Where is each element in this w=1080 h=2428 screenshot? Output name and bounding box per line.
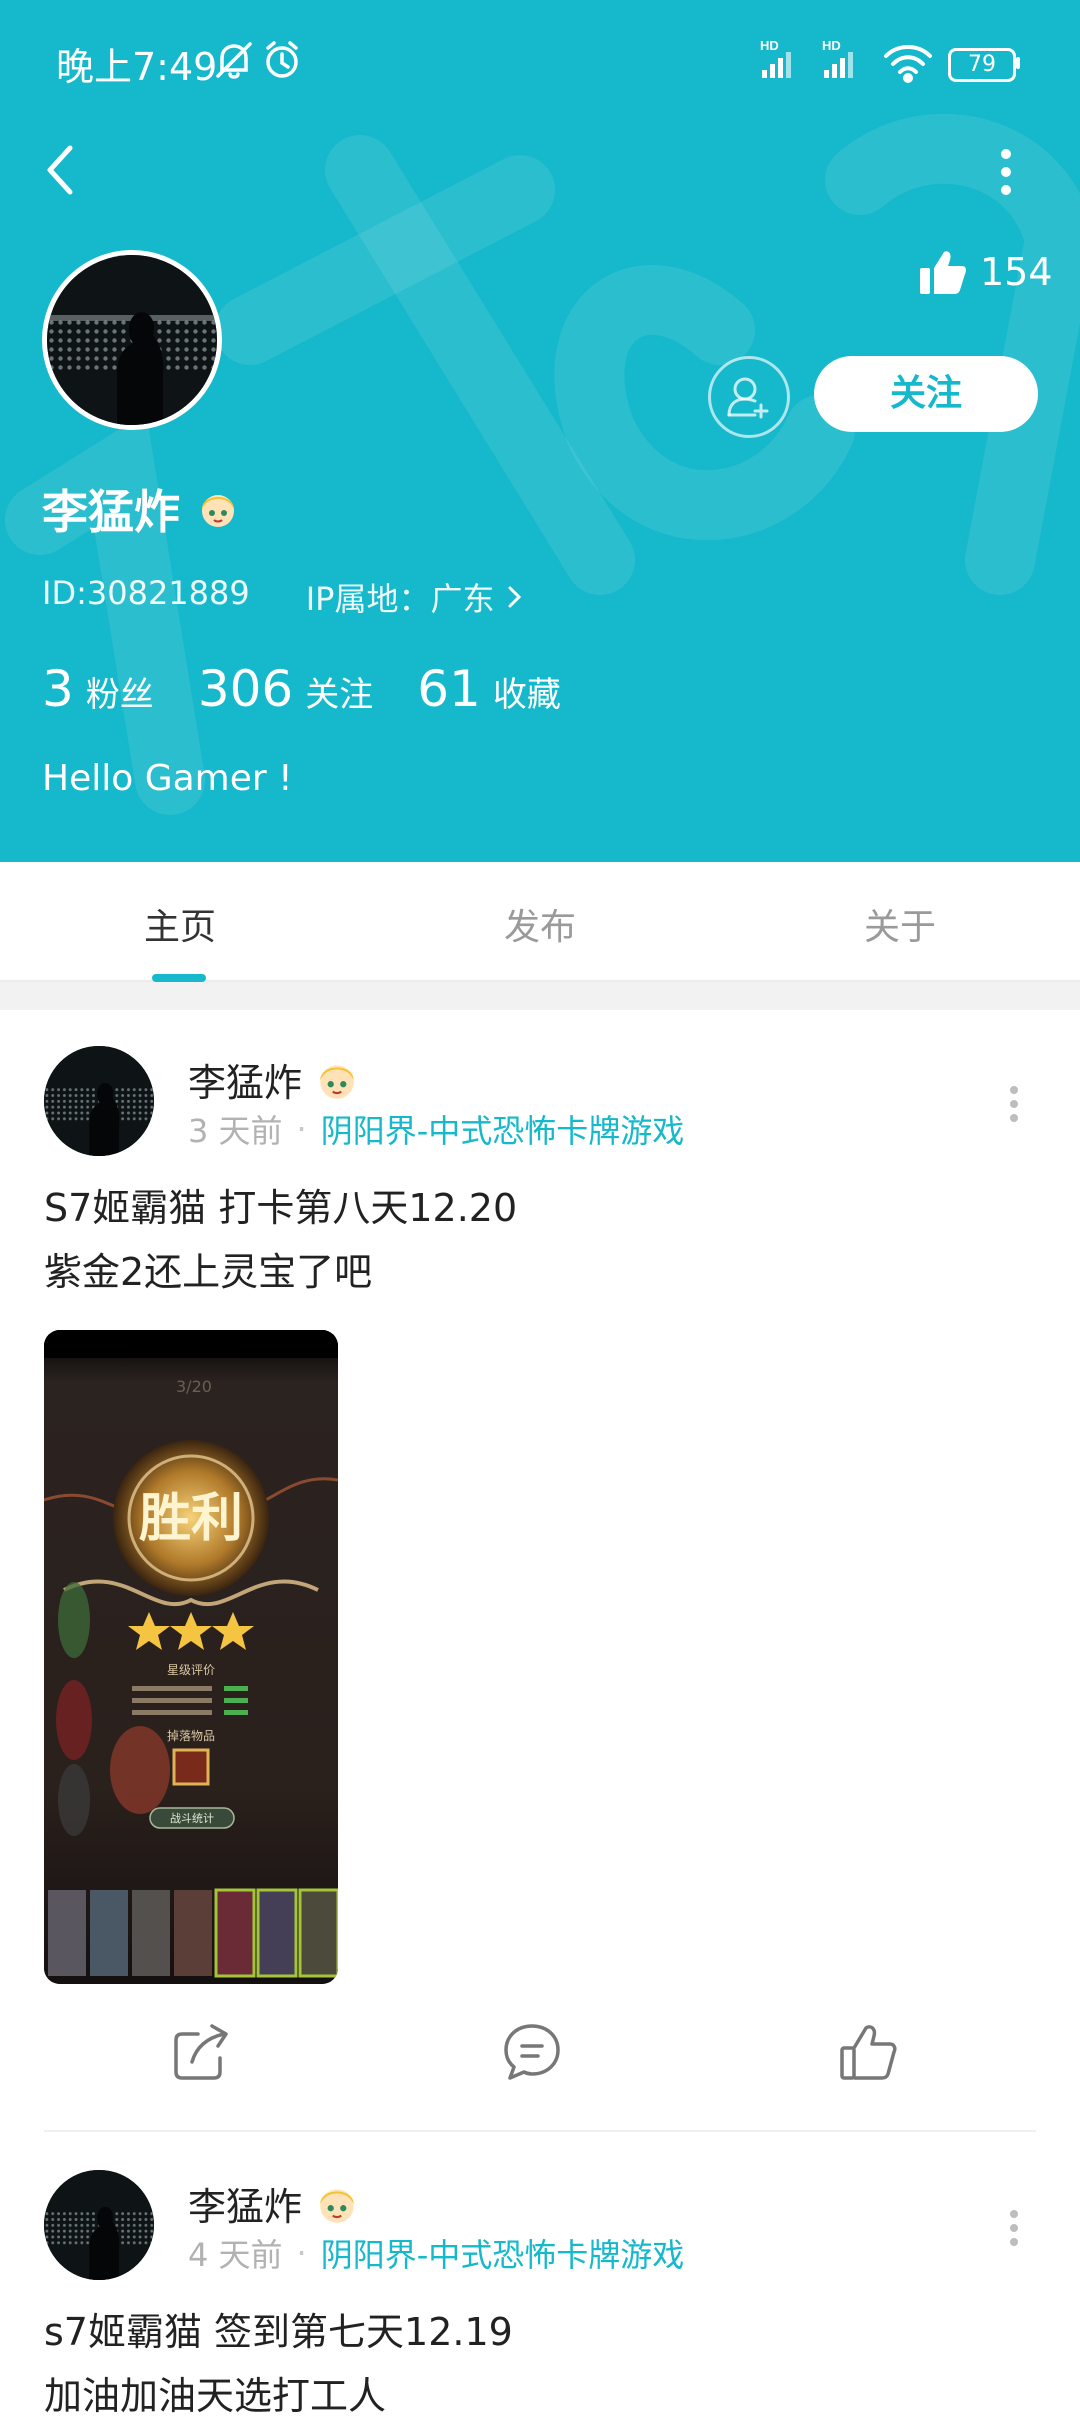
stat-favorites[interactable]: 61 收藏 (417, 660, 561, 718)
comment-icon[interactable] (500, 2020, 564, 2084)
profile-meta: ID:30821889 IP属地：广东 (42, 574, 525, 620)
battery-indicator: 79 (948, 48, 1016, 82)
post-content: S7姬霸猫 打卡第八天12.20 紫金2还上灵宝了吧 (44, 1176, 517, 1304)
tab-home[interactable]: 主页 (100, 898, 260, 950)
post-author-name-text: 李猛炸 (188, 1061, 303, 1105)
post-meta-separator: · (296, 2234, 307, 2272)
tab-posts[interactable]: 发布 (460, 898, 620, 950)
image-stats-button-text: 战斗统计 (170, 1812, 214, 1825)
signal-wifi-icons: HD HD (760, 38, 932, 83)
profile-avatar[interactable] (42, 250, 222, 430)
image-page-text: 3/20 (176, 1377, 212, 1396)
post-more-icon[interactable] (1006, 2208, 1022, 2248)
profile-header: 晚上7:49 HD HD 79 154 关注 李猛炸 ID:30821889 I… (0, 0, 1080, 862)
hd-label-1: HD (760, 38, 779, 53)
tab-active-indicator (152, 974, 206, 982)
ip-location-link[interactable]: IP属地：广东 (306, 574, 525, 620)
profile-tabs: 主页 发布 关于 (0, 862, 1080, 982)
thumbs-up-icon (920, 251, 966, 294)
status-indicators (216, 41, 298, 79)
follow-button[interactable]: 关注 (814, 356, 1038, 432)
status-time: 晚上7:49 (56, 45, 218, 89)
emoji-badge-icon (202, 495, 234, 527)
post-content-line: s7姬霸猫 签到第七天12.19 (44, 2310, 513, 2354)
post-time: 3 天前 (188, 1112, 283, 1150)
signal-icon: HD HD (760, 38, 853, 78)
post-image[interactable]: 3/20 胜利 星级评价 掉落物品 战斗统计 (44, 1330, 338, 1984)
share-icon[interactable] (170, 2020, 234, 2084)
feed-post[interactable]: 李猛炸 3 天前 · 阴阳界-中式恐怖卡牌游戏 S7姬霸猫 打卡第八天12.20… (0, 1010, 1080, 2132)
post-author-name-text: 李猛炸 (188, 2185, 303, 2229)
post-more-icon[interactable] (1006, 1084, 1022, 1124)
hd-label-2: HD (822, 38, 841, 53)
post-actions (0, 2020, 1080, 2100)
stat-following-count: 306 (197, 660, 294, 718)
post-meta-separator: · (296, 1110, 307, 1148)
stat-fans[interactable]: 3 粉丝 (42, 660, 154, 718)
back-arrow-icon[interactable] (40, 140, 84, 200)
game-screenshot-image: 3/20 胜利 星级评价 掉落物品 战斗统计 (44, 1330, 338, 1984)
tab-about[interactable]: 关于 (820, 898, 980, 950)
ip-location-text: IP属地：广东 (305, 580, 495, 618)
post-meta: 3 天前 · 阴阳界-中式恐怖卡牌游戏 (188, 1106, 684, 1152)
emoji-badge-icon (320, 2188, 354, 2223)
stat-following[interactable]: 306 关注 (198, 660, 373, 718)
stat-following-label: 关注 (305, 675, 374, 715)
mute-icon (216, 42, 252, 79)
emoji-badge-icon (320, 1064, 354, 1099)
profile-id: ID:30821889 (42, 574, 250, 612)
post-game-link[interactable]: 阴阳界-中式恐怖卡牌游戏 (321, 1106, 685, 1152)
post-meta: 4 天前 · 阴阳界-中式恐怖卡牌游戏 (188, 2230, 684, 2276)
feed-post[interactable]: 李猛炸 4 天前 · 阴阳界-中式恐怖卡牌游戏 s7姬霸猫 签到第七天12.19… (0, 2132, 1080, 2418)
image-rating-text: 星级评价 (167, 1663, 215, 1677)
post-time: 4 天前 (188, 2236, 283, 2274)
stat-favorites-count: 61 (417, 660, 481, 718)
post-content: s7姬霸猫 签到第七天12.19 加油加油天选打工人 (44, 2300, 513, 2428)
alarm-icon (266, 41, 298, 78)
likes-count: 154 (980, 250, 1053, 294)
battery-tip (1016, 57, 1020, 69)
likes-counter: 154 (920, 250, 1053, 294)
post-content-line: 加油加油天选打工人 (44, 2374, 387, 2418)
image-victory-text: 胜利 (139, 1489, 243, 1549)
stat-fans-count: 3 (42, 660, 74, 718)
profile-name-text: 李猛炸 (42, 485, 180, 539)
post-author-name[interactable]: 李猛炸 (188, 2176, 360, 2231)
post-author-avatar[interactable] (44, 2170, 154, 2280)
stat-fans-label: 粉丝 (85, 675, 154, 715)
like-icon[interactable] (836, 2020, 900, 2084)
post-content-line: S7姬霸猫 打卡第八天12.20 (44, 1186, 518, 1230)
post-game-link[interactable]: 阴阳界-中式恐怖卡牌游戏 (321, 2230, 685, 2276)
post-author-name[interactable]: 李猛炸 (188, 1052, 360, 1107)
profile-bio: Hello Gamer ! (42, 758, 293, 799)
post-content-line: 紫金2还上灵宝了吧 (44, 1250, 373, 1294)
stat-favorites-label: 收藏 (492, 675, 561, 715)
add-friend-button[interactable] (708, 356, 790, 438)
image-drops-text: 掉落物品 (167, 1729, 215, 1743)
profile-name: 李猛炸 (42, 476, 240, 542)
wifi-icon (884, 45, 932, 83)
status-bar: 晚上7:49 HD HD 79 (0, 0, 1080, 120)
chevron-right-icon (508, 586, 521, 608)
section-divider (0, 982, 1080, 1010)
profile-stats: 3 粉丝 306 关注 61 收藏 (42, 660, 561, 718)
post-author-avatar[interactable] (44, 1046, 154, 1156)
more-vertical-icon[interactable] (986, 144, 1026, 200)
add-friend-icon (727, 377, 769, 419)
